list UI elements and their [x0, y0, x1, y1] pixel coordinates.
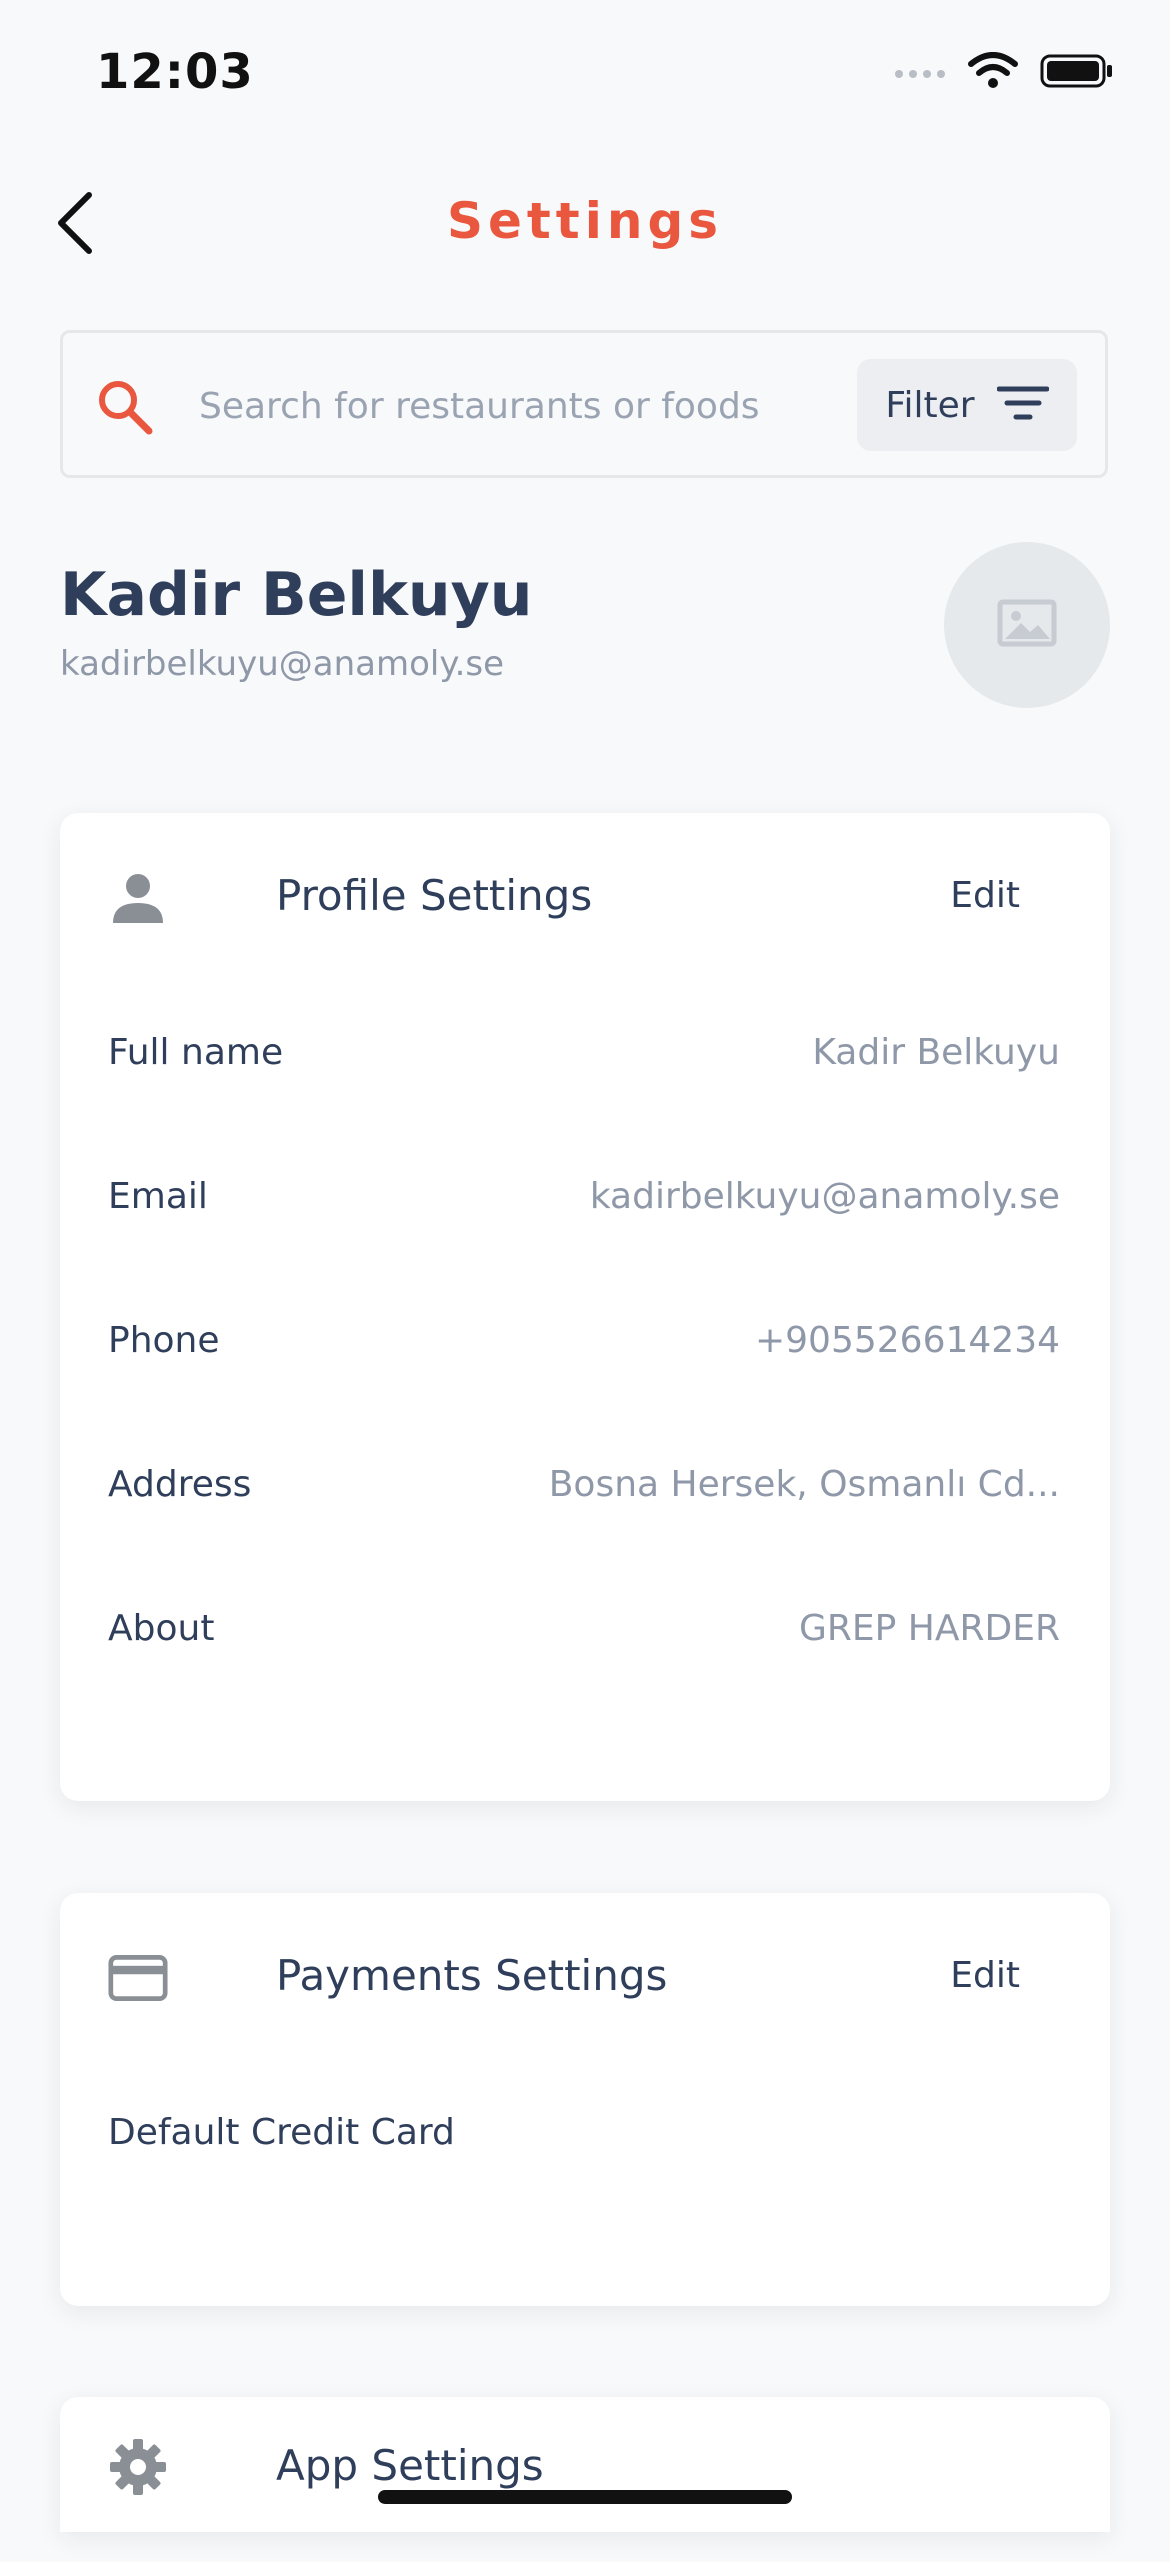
- app-settings-title: App Settings: [276, 2441, 544, 2490]
- wifi-icon: [968, 52, 1018, 94]
- app-settings-header[interactable]: App Settings: [60, 2397, 1110, 2562]
- status-bar: 12:03: [0, 0, 1170, 140]
- profile-field-phone[interactable]: Phone +905526614234: [108, 1300, 1060, 1380]
- search-input[interactable]: [197, 369, 881, 443]
- profile-settings-header: Profile Settings Edit: [60, 813, 1110, 978]
- field-value: Bosna Hersek, Osmanlı Cd...: [548, 1463, 1060, 1505]
- field-label: Full name: [108, 1031, 284, 1073]
- image-placeholder-icon: [997, 599, 1057, 651]
- battery-icon: [1040, 53, 1114, 93]
- field-label: Default Credit Card: [108, 2111, 455, 2153]
- status-time: 12:03: [96, 44, 254, 100]
- profile-header: Kadir Belkuyu kadirbelkuyu@anamoly.se: [60, 540, 1110, 710]
- field-value: kadirbelkuyu@anamoly.se: [589, 1175, 1060, 1217]
- avatar[interactable]: [944, 542, 1110, 708]
- profile-field-address[interactable]: Address Bosna Hersek, Osmanlı Cd...: [108, 1444, 1060, 1524]
- payment-settings-title: Payments Settings: [276, 1951, 668, 2000]
- gear-icon: [108, 2437, 168, 2497]
- user-email: kadirbelkuyu@anamoly.se: [60, 644, 505, 684]
- search-bar: Filter: [60, 330, 1108, 478]
- signal-icon: [894, 64, 946, 83]
- filter-button[interactable]: Filter: [857, 359, 1077, 451]
- filter-label: Filter: [885, 384, 975, 426]
- page-title: Settings: [446, 192, 723, 250]
- payment-settings-header: Payments Settings Edit: [60, 1893, 1110, 2058]
- field-label: About: [108, 1607, 215, 1649]
- payment-field-default-card[interactable]: Default Credit Card: [108, 2092, 1060, 2172]
- status-icons: [894, 52, 1114, 94]
- field-value: Kadir Belkuyu: [812, 1031, 1060, 1073]
- profile-field-email[interactable]: Email kadirbelkuyu@anamoly.se: [108, 1156, 1060, 1236]
- app-settings-card: App Settings: [60, 2397, 1110, 2532]
- field-label: Address: [108, 1463, 252, 1505]
- filter-icon: [996, 385, 1050, 425]
- field-label: Phone: [108, 1319, 220, 1361]
- user-name: Kadir Belkuyu: [60, 560, 533, 630]
- profile-settings-edit-button[interactable]: Edit: [950, 875, 1020, 916]
- profile-field-full-name[interactable]: Full name Kadir Belkuyu: [108, 1012, 1060, 1092]
- credit-card-icon: [108, 1948, 168, 2008]
- navigation-bar: Settings: [0, 160, 1170, 290]
- home-indicator[interactable]: [378, 2490, 792, 2504]
- payment-settings-edit-button[interactable]: Edit: [950, 1955, 1020, 1996]
- payment-settings-card: Payments Settings Edit Default Credit Ca…: [60, 1893, 1110, 2306]
- profile-settings-title: Profile Settings: [276, 871, 593, 920]
- field-value: +905526614234: [754, 1319, 1060, 1361]
- field-label: Email: [108, 1175, 208, 1217]
- field-value: GREP HARDER: [799, 1607, 1060, 1649]
- profile-settings-card: Profile Settings Edit Full name Kadir Be…: [60, 813, 1110, 1801]
- search-icon: [95, 377, 155, 437]
- person-icon: [108, 868, 168, 928]
- profile-field-about[interactable]: About GREP HARDER: [108, 1588, 1060, 1668]
